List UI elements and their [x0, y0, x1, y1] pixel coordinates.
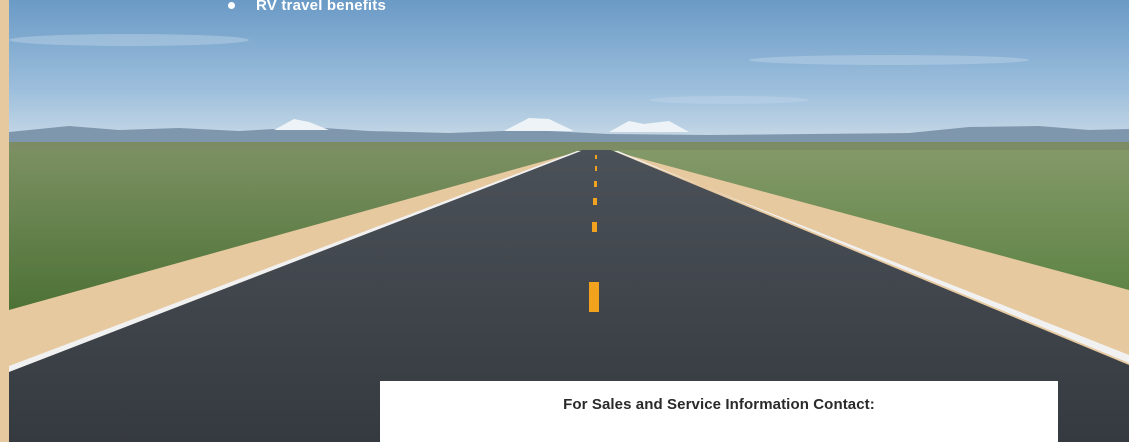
list-item: RV travel benefits — [228, 0, 386, 16]
bullet-label: RV travel benefits — [256, 0, 387, 14]
feature-bullet-list: RV travel benefits — [228, 0, 386, 16]
left-tan-border — [0, 0, 9, 442]
contact-heading: For Sales and Service Information Contac… — [563, 396, 875, 413]
filled-circle-bullet-icon — [228, 2, 235, 9]
contact-panel: For Sales and Service Information Contac… — [380, 381, 1058, 442]
road-photo — [9, 0, 1129, 442]
